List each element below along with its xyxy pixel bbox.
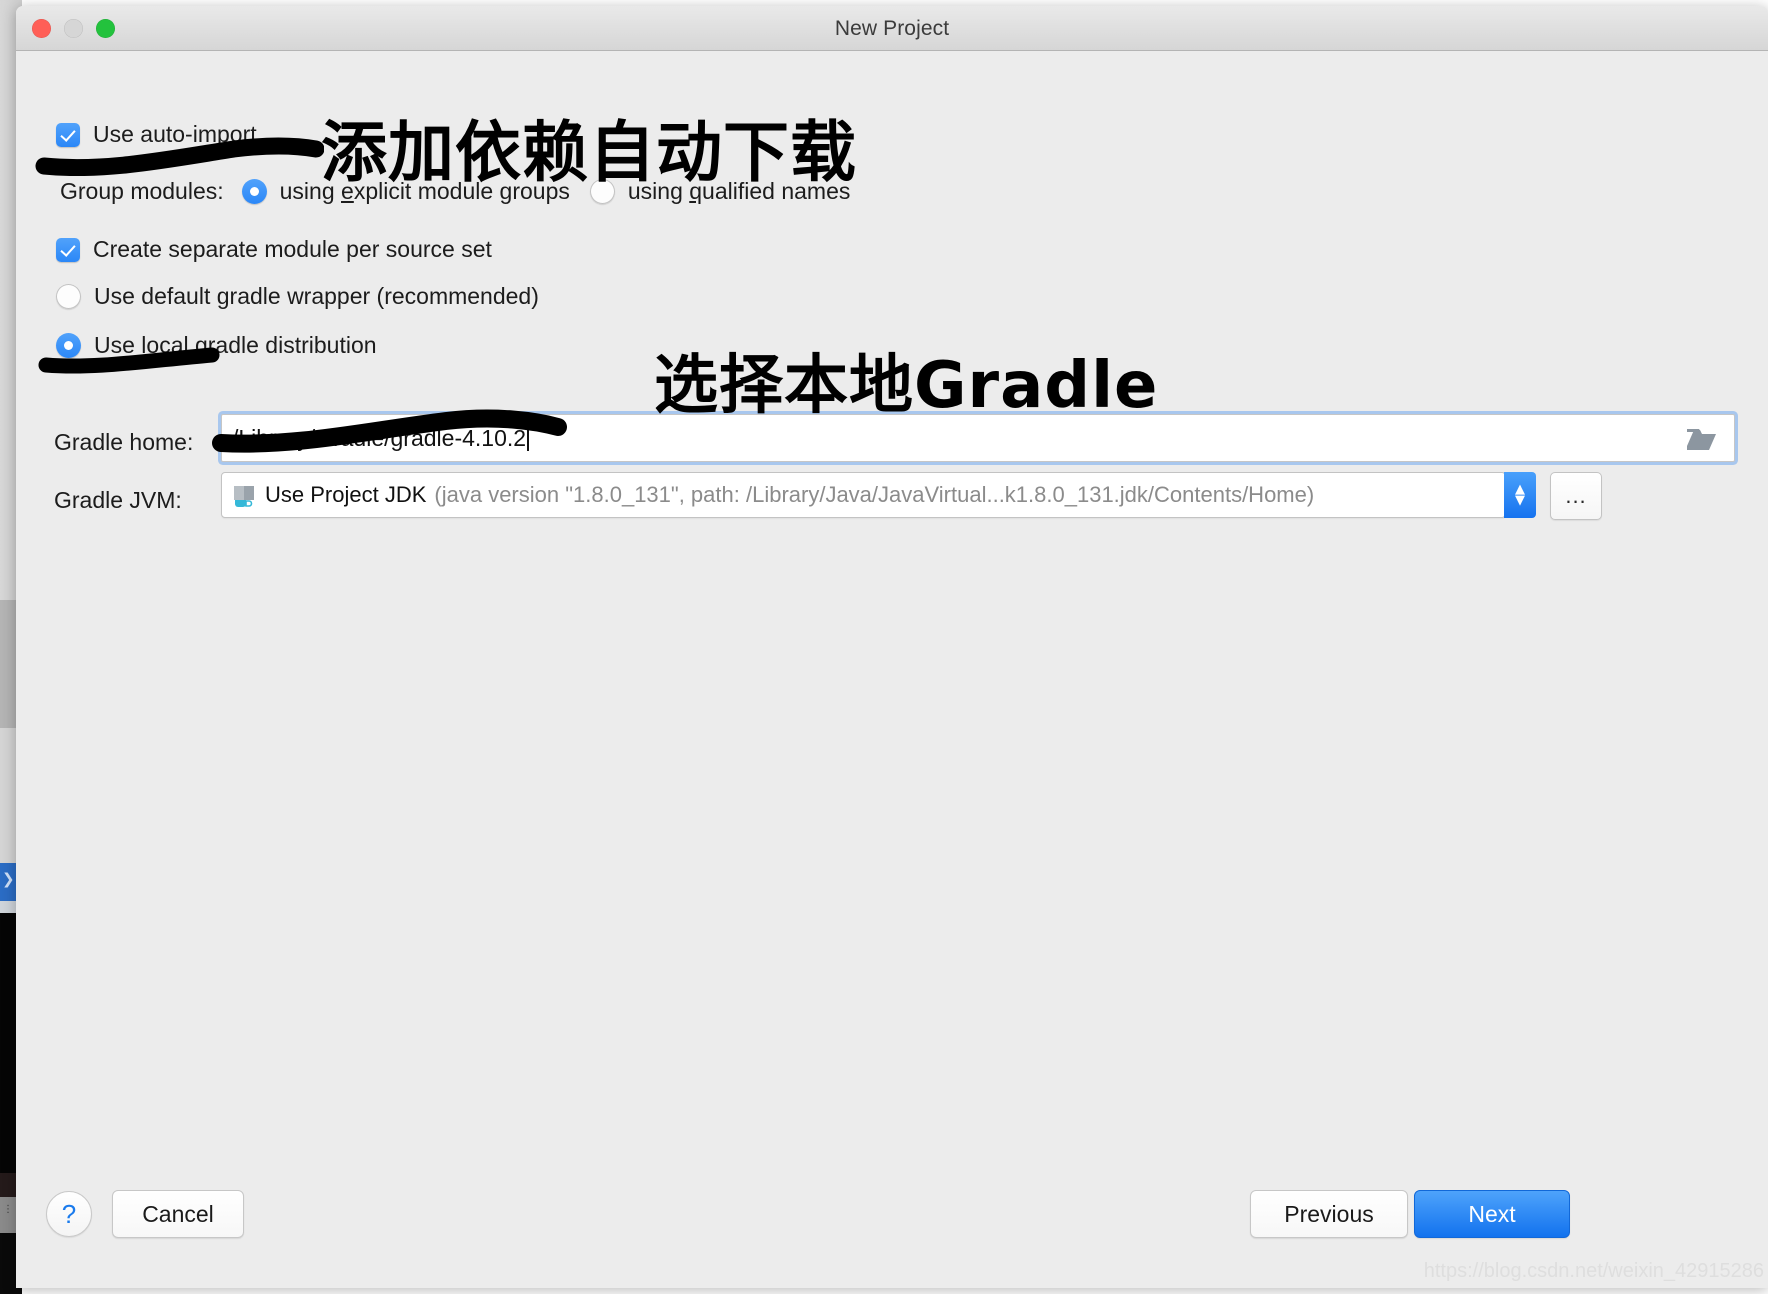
separate-module-checkbox[interactable] bbox=[56, 237, 80, 262]
ellipsis-icon: ⋮ bbox=[3, 1204, 13, 1215]
new-project-dialog: New Project Use auto-import Group module… bbox=[16, 6, 1768, 1288]
gradle-jvm-browse-button[interactable]: ... bbox=[1550, 472, 1602, 520]
default-wrapper-row[interactable]: Use default gradle wrapper (recommended) bbox=[56, 283, 539, 310]
local-distribution-row[interactable]: Use local gradle distribution bbox=[56, 332, 377, 359]
gradle-home-label: Gradle home: bbox=[54, 429, 194, 455]
text-caret bbox=[527, 425, 529, 451]
separate-module-row[interactable]: Create separate module per source set bbox=[56, 236, 492, 263]
use-auto-import-label: Use auto-import bbox=[93, 121, 257, 147]
gradle-jvm-selected-main: Use Project JDK bbox=[265, 482, 427, 507]
help-button[interactable]: ? bbox=[46, 1191, 92, 1237]
use-auto-import-row[interactable]: Use auto-import bbox=[56, 121, 257, 148]
separate-module-label: Create separate module per source set bbox=[93, 236, 492, 262]
jdk-icon bbox=[234, 486, 254, 507]
chevron-right-icon: ❯ bbox=[2, 870, 15, 888]
gradle-jvm-selected-detail: (java version "1.8.0_131", path: /Librar… bbox=[434, 482, 1315, 507]
group-modules-explicit-radio[interactable] bbox=[241, 179, 267, 204]
annotation-auto-import: 添加依赖自动下载 bbox=[321, 114, 857, 191]
gradle-jvm-combobox[interactable]: Use Project JDK (java version "1.8.0_131… bbox=[221, 472, 1506, 518]
title-bar[interactable]: New Project bbox=[16, 6, 1768, 51]
local-distribution-label: Use local gradle distribution bbox=[94, 332, 377, 358]
folder-icon[interactable] bbox=[1686, 425, 1720, 451]
next-button[interactable]: Next bbox=[1414, 1190, 1570, 1238]
dialog-footer: ? Cancel Previous Next https://blog.csdn… bbox=[16, 1169, 1768, 1288]
use-auto-import-checkbox[interactable] bbox=[56, 122, 80, 147]
gradle-home-value: /Library/Gradle/gradle-4.10.2 bbox=[232, 424, 527, 451]
annotation-local-gradle: 选择本地Gradle bbox=[654, 349, 1159, 423]
default-wrapper-label: Use default gradle wrapper (recommended) bbox=[94, 283, 539, 309]
cancel-button[interactable]: Cancel bbox=[112, 1190, 244, 1238]
watermark-text: https://blog.csdn.net/weixin_42915286 bbox=[1423, 1260, 1764, 1282]
dialog-content: Use auto-import Group modules: using exp… bbox=[16, 51, 1768, 1288]
group-modules-label: Group modules: bbox=[60, 178, 224, 204]
default-wrapper-radio[interactable] bbox=[56, 284, 81, 309]
window-title: New Project bbox=[834, 17, 950, 40]
previous-button[interactable]: Previous bbox=[1250, 1190, 1408, 1238]
stepper-down-icon[interactable]: ▼ bbox=[1515, 494, 1525, 507]
gradle-jvm-label: Gradle JVM: bbox=[54, 487, 182, 513]
local-distribution-radio[interactable] bbox=[56, 333, 81, 358]
gradle-jvm-stepper[interactable]: ▲ ▼ bbox=[1504, 472, 1536, 518]
